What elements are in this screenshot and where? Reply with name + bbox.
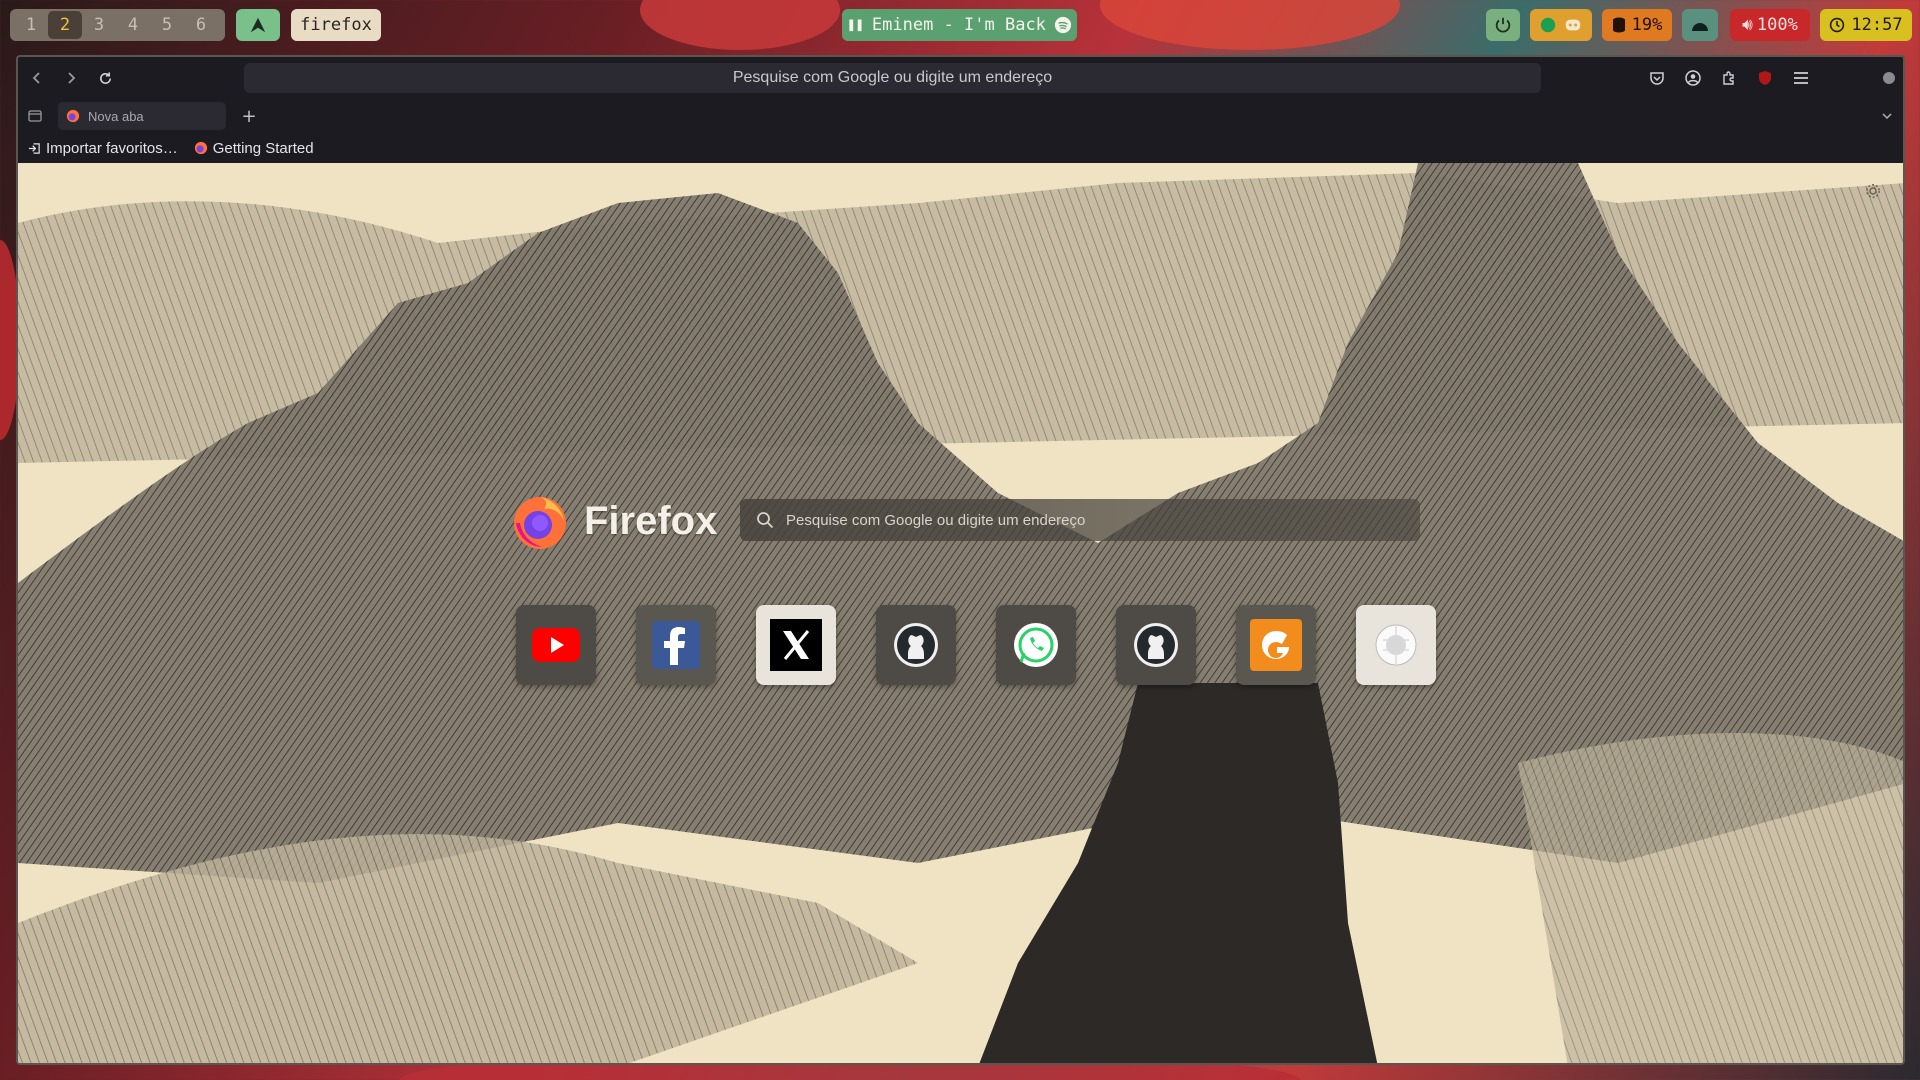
- clock: 12:57: [1820, 9, 1912, 41]
- address-bar[interactable]: Pesquise com Google ou digite um endereç…: [244, 63, 1541, 93]
- forward-button[interactable]: [58, 65, 84, 91]
- firefox-brand: Firefox: [510, 491, 717, 551]
- media-title: Eminem - I'm Back: [871, 15, 1046, 35]
- firefox-favicon-icon: [66, 109, 80, 123]
- firefox-favicon-icon: [194, 141, 207, 155]
- shortcut-whatsapp[interactable]: [996, 605, 1076, 685]
- g-logo-icon: [1250, 619, 1302, 671]
- speaker-icon: 🔊︎: [1742, 15, 1753, 35]
- power-button[interactable]: [1486, 9, 1520, 41]
- newtab-search-box[interactable]: Pesquise com Google ou digite um endereç…: [740, 499, 1420, 541]
- workspace-5[interactable]: 5: [150, 11, 184, 39]
- tab-list-button[interactable]: [1874, 103, 1900, 129]
- shortcut-github[interactable]: [876, 605, 956, 685]
- firefox-logo-icon: [514, 497, 566, 549]
- clock-icon: [1830, 17, 1845, 33]
- shortcut-youtube[interactable]: [516, 605, 596, 685]
- facebook-icon: [652, 621, 700, 669]
- workspace-6[interactable]: 6: [184, 11, 218, 39]
- firefox-view-button[interactable]: [22, 103, 48, 129]
- spotify-tray-icon[interactable]: [1540, 17, 1556, 33]
- workspace-switcher: 1 2 3 4 5 6: [10, 9, 225, 41]
- shortcut-wikipedia[interactable]: [1356, 605, 1436, 685]
- extensions-button[interactable]: [1716, 65, 1742, 91]
- tab-strip: Nova aba +: [18, 99, 1903, 133]
- ublock-icon: [1759, 71, 1771, 85]
- clock-time: 12:57: [1851, 15, 1903, 35]
- disk-usage: 19%: [1602, 9, 1672, 41]
- pocket-icon: [1650, 72, 1664, 85]
- new-tab-page: Firefox Pesquise com Google ou digite um…: [18, 163, 1903, 1063]
- launcher-button[interactable]: [236, 9, 280, 41]
- media-player[interactable]: ❚❚ Eminem - I'm Back: [842, 9, 1077, 41]
- navigation-toolbar: Pesquise com Google ou digite um endereç…: [18, 57, 1903, 99]
- bookmark-label: Getting Started: [212, 139, 314, 157]
- top-sites: [516, 605, 1436, 685]
- power-icon: [1495, 17, 1511, 33]
- pocket-button[interactable]: [1644, 65, 1670, 91]
- volume-control[interactable]: 🔊︎ 100%: [1730, 9, 1810, 41]
- chevron-down-icon: [1882, 113, 1892, 120]
- arrow-right-icon: [68, 72, 76, 84]
- firefox-wordmark: Firefox: [584, 498, 718, 543]
- network-status[interactable]: [1682, 9, 1718, 41]
- workspace-3[interactable]: 3: [82, 11, 116, 39]
- search-icon: [757, 512, 774, 529]
- shortcut-g[interactable]: [1236, 605, 1316, 685]
- search-placeholder: Pesquise com Google ou digite um endereç…: [786, 511, 1086, 529]
- arch-icon: [250, 17, 266, 33]
- system-tray: [1530, 9, 1592, 41]
- shortcut-x[interactable]: [756, 605, 836, 685]
- shortcut-github[interactable]: [1116, 605, 1196, 685]
- discord-icon[interactable]: [1564, 17, 1582, 33]
- disk-value: 19%: [1631, 15, 1663, 35]
- spotify-icon: [1054, 16, 1072, 34]
- shortcut-facebook[interactable]: [636, 605, 716, 685]
- account-icon: [1685, 70, 1701, 86]
- ublock-button[interactable]: [1752, 65, 1778, 91]
- account-button[interactable]: [1680, 65, 1706, 91]
- gear-icon: [1866, 184, 1880, 198]
- menu-button[interactable]: [1788, 65, 1814, 91]
- bookmarks-toolbar: Importar favoritos… Getting Started: [18, 133, 1903, 163]
- tab-nova-aba[interactable]: Nova aba: [58, 102, 226, 130]
- hamburger-icon: [1794, 72, 1808, 84]
- import-icon: [28, 142, 40, 154]
- circle-icon: [1883, 72, 1895, 84]
- tab-title: Nova aba: [88, 108, 144, 124]
- browser-window: Pesquise com Google ou digite um endereç…: [16, 55, 1905, 1065]
- youtube-icon: [532, 628, 580, 662]
- status-bar: 1 2 3 4 5 6 firefox ❚❚ Eminem - I'm Back…: [0, 0, 1920, 50]
- reload-button[interactable]: [92, 65, 118, 91]
- whatsapp-icon: [1014, 623, 1058, 667]
- wikipedia-icon: [1375, 624, 1417, 666]
- volume-value: 100%: [1756, 15, 1798, 35]
- github-icon: [894, 623, 938, 667]
- bookmark-label: Importar favoritos…: [46, 139, 178, 157]
- arrow-left-icon: [32, 72, 40, 84]
- database-icon: [1612, 17, 1625, 33]
- workspace-4[interactable]: 4: [116, 11, 150, 39]
- x-icon: [770, 619, 822, 671]
- back-button[interactable]: [24, 65, 50, 91]
- github-icon: [1134, 623, 1178, 667]
- new-tab-button[interactable]: +: [236, 103, 262, 129]
- bookmark-getting-started[interactable]: Getting Started: [194, 140, 314, 157]
- pause-icon[interactable]: ❚❚: [847, 17, 864, 33]
- network-icon: [1692, 23, 1708, 31]
- reload-icon: [99, 71, 111, 84]
- workspace-2[interactable]: 2: [48, 11, 82, 39]
- puzzle-icon: [1723, 71, 1734, 85]
- workspace-1[interactable]: 1: [14, 11, 48, 39]
- window-dot[interactable]: [1876, 65, 1902, 91]
- firefox-view-icon: [28, 110, 42, 122]
- customize-button[interactable]: [1865, 183, 1881, 203]
- active-app-label: firefox: [291, 9, 381, 41]
- bookmark-import[interactable]: Importar favoritos…: [28, 140, 178, 157]
- address-placeholder: Pesquise com Google ou digite um endereç…: [732, 69, 1053, 86]
